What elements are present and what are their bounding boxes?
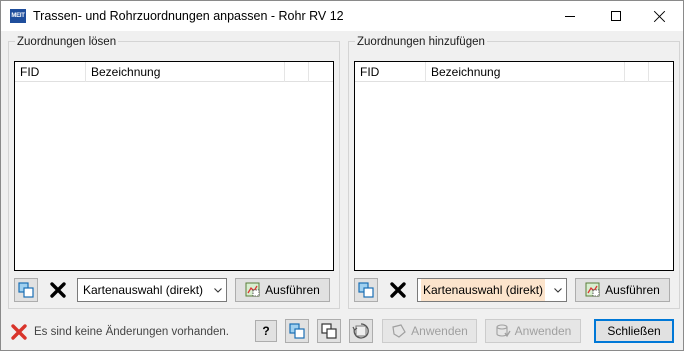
group-remove-assignments: Zuordnungen lösen FID Bezeichnung Karten… bbox=[8, 36, 340, 309]
chevron-down-icon bbox=[554, 288, 562, 293]
column-header-extra-1[interactable] bbox=[625, 62, 649, 82]
title-bar[interactable]: MEIT Trassen- und Rohrzuordnungen anpass… bbox=[1, 1, 683, 31]
copy-layers-icon bbox=[358, 282, 374, 298]
add-list[interactable]: FID Bezeichnung bbox=[354, 61, 674, 271]
add-toolbar: Kartenauswahl (direkt) Ausführen bbox=[354, 278, 674, 302]
list-header: FID Bezeichnung bbox=[15, 62, 333, 82]
duplicate-icon bbox=[321, 323, 337, 339]
copy-layers-icon bbox=[289, 323, 305, 339]
window-title: Trassen- und Rohrzuordnungen anpassen - … bbox=[33, 9, 344, 23]
remove-list[interactable]: FID Bezeichnung bbox=[14, 61, 334, 271]
delete-button[interactable] bbox=[386, 278, 410, 302]
column-header-extra-2[interactable] bbox=[649, 62, 673, 82]
minimize-icon bbox=[565, 15, 575, 17]
status-message: Es sind keine Änderungen vorhanden. bbox=[10, 323, 229, 341]
select-copy-button[interactable] bbox=[354, 278, 378, 302]
close-button[interactable]: Schließen bbox=[594, 319, 674, 343]
group-add-assignments: Zuordnungen hinzufügen FID Bezeichnung K… bbox=[348, 36, 680, 309]
apply-button-1[interactable]: Anwenden bbox=[382, 319, 477, 343]
close-icon bbox=[654, 10, 666, 22]
help-button[interactable]: ? bbox=[255, 320, 277, 342]
column-header-bezeichnung[interactable]: Bezeichnung bbox=[86, 62, 285, 82]
minimize-button[interactable] bbox=[547, 1, 593, 31]
refresh-button[interactable] bbox=[349, 319, 373, 343]
help-label: ? bbox=[262, 324, 270, 338]
delete-x-icon bbox=[390, 282, 406, 298]
group-title-add: Zuordnungen hinzufügen bbox=[355, 36, 487, 48]
column-header-extra-1[interactable] bbox=[285, 62, 309, 82]
maximize-icon bbox=[611, 11, 621, 21]
close-window-button[interactable] bbox=[637, 1, 683, 31]
maximize-button[interactable] bbox=[593, 1, 639, 31]
status-text: Es sind keine Änderungen vorhanden. bbox=[34, 326, 230, 338]
execute-label: Ausführen bbox=[265, 283, 320, 297]
select-copy-button[interactable] bbox=[14, 278, 38, 302]
apply-database-icon bbox=[496, 324, 511, 338]
column-header-extra-2[interactable] bbox=[309, 62, 333, 82]
group-title-remove: Zuordnungen lösen bbox=[15, 36, 119, 48]
copy-layers-icon bbox=[18, 282, 34, 298]
selection-mode-select[interactable]: Kartenauswahl (direkt) bbox=[77, 278, 227, 302]
selection-mode-value: Kartenauswahl (direkt) bbox=[83, 283, 204, 297]
chevron-down-icon bbox=[214, 288, 222, 293]
delete-x-icon bbox=[50, 282, 66, 298]
error-x-icon bbox=[11, 324, 27, 340]
apply-label-1: Anwenden bbox=[411, 324, 468, 338]
remove-toolbar: Kartenauswahl (direkt) Ausführen bbox=[14, 278, 334, 302]
column-header-fid[interactable]: FID bbox=[15, 62, 86, 82]
apply-polygon-icon bbox=[392, 324, 406, 338]
execute-label: Ausführen bbox=[605, 283, 660, 297]
selection-mode-select[interactable]: Kartenauswahl (direkt) bbox=[417, 278, 567, 302]
apply-label-2: Anwenden bbox=[514, 324, 572, 338]
list-header: FID Bezeichnung bbox=[355, 62, 673, 82]
dialog-window: MEIT Trassen- und Rohrzuordnungen anpass… bbox=[0, 0, 684, 351]
map-select-icon bbox=[585, 282, 600, 297]
column-header-bezeichnung[interactable]: Bezeichnung bbox=[426, 62, 625, 82]
delete-button[interactable] bbox=[46, 278, 70, 302]
close-label: Schließen bbox=[607, 324, 661, 338]
execute-button[interactable]: Ausführen bbox=[235, 278, 330, 302]
column-header-fid[interactable]: FID bbox=[355, 62, 426, 82]
selection-mode-value: Kartenauswahl (direkt) bbox=[421, 279, 546, 301]
map-select-icon bbox=[245, 282, 260, 297]
apply-button-2[interactable]: Anwenden bbox=[485, 319, 581, 343]
app-logo-icon: MEIT bbox=[10, 9, 26, 23]
execute-button[interactable]: Ausführen bbox=[575, 278, 670, 302]
refresh-icon bbox=[352, 323, 369, 339]
duplicate-button[interactable] bbox=[317, 319, 341, 343]
copy-button[interactable] bbox=[285, 319, 309, 343]
